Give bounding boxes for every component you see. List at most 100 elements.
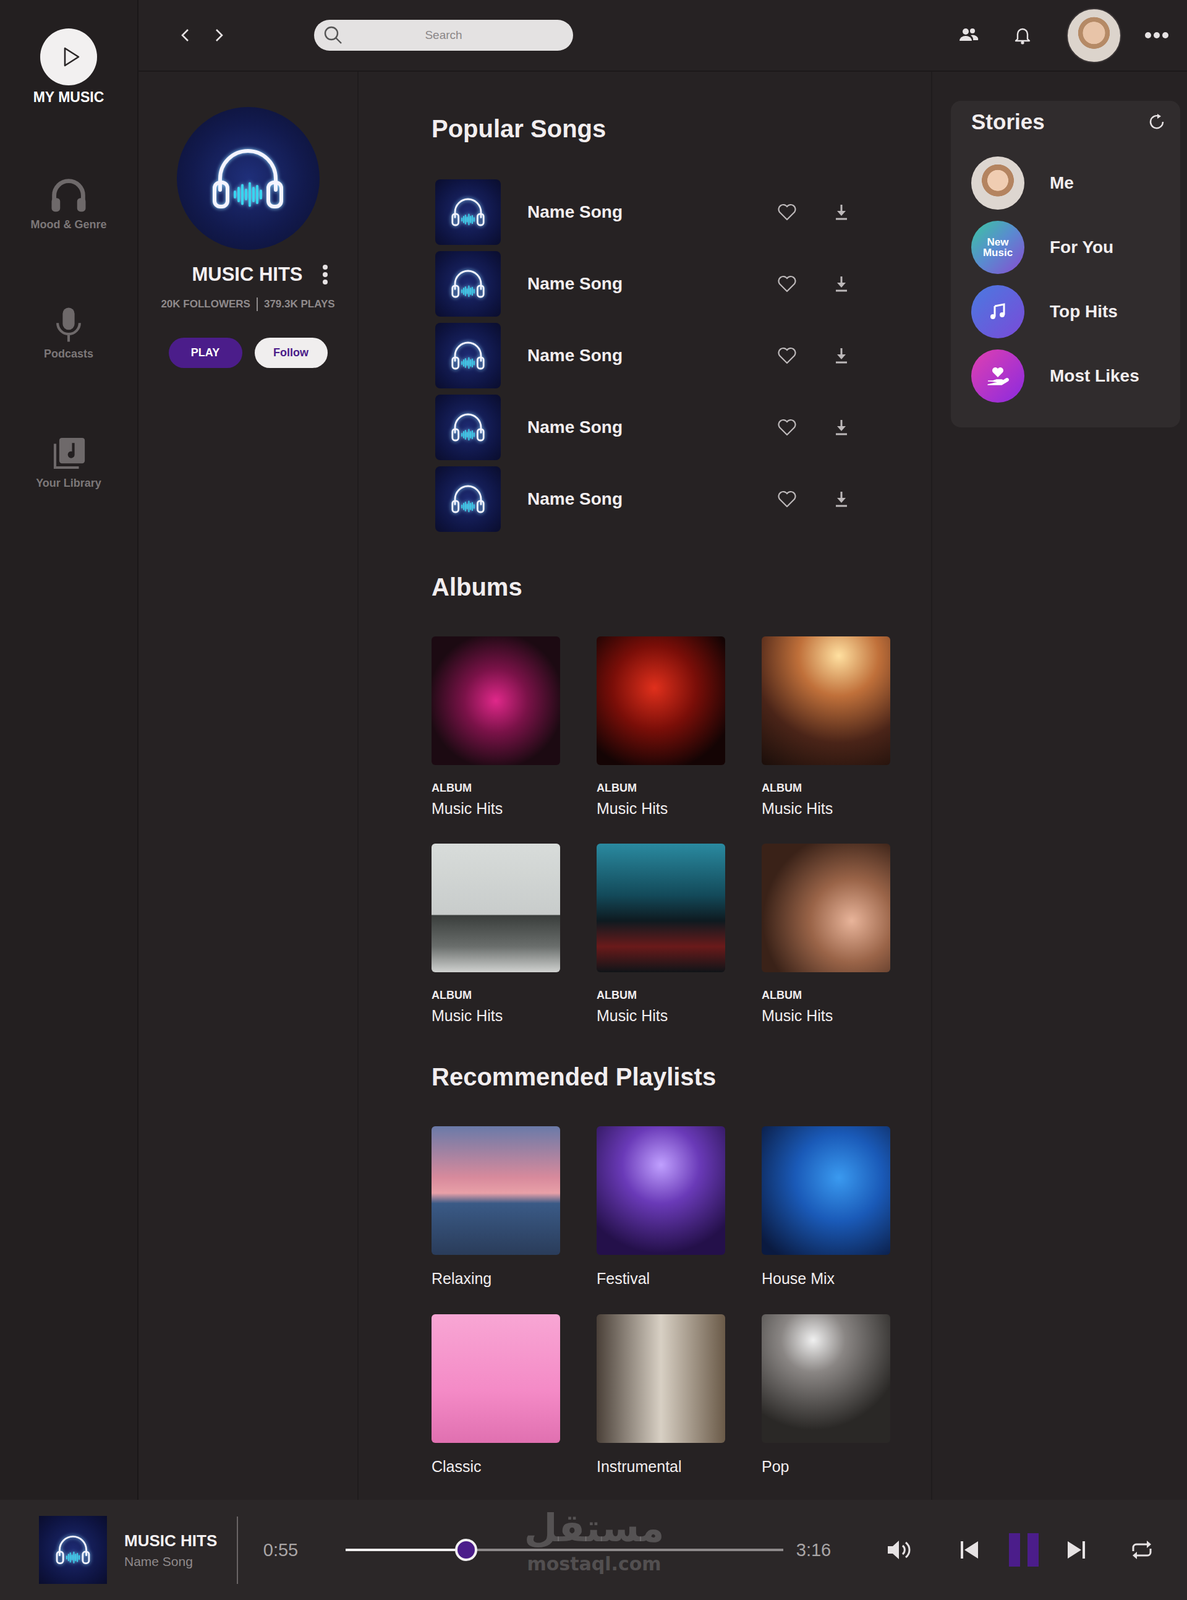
download-icon[interactable] — [830, 344, 853, 367]
album-card[interactable]: ALBUM Music Hits — [596, 843, 726, 1025]
user-avatar[interactable] — [1066, 8, 1122, 64]
sidebar: MY MUSIC Mood & Genre Podcasts Your Libr… — [0, 0, 139, 1500]
playlist-name: Festival — [596, 1268, 726, 1288]
play-button[interactable]: PLAY — [168, 337, 243, 368]
search-icon — [322, 24, 344, 46]
story-item[interactable]: Most Likes — [971, 349, 1167, 403]
profile-buttons: PLAY Follow — [168, 337, 328, 368]
album-cover — [431, 843, 561, 972]
album-name: Music Hits — [596, 1005, 726, 1025]
song-row[interactable]: Name Song — [435, 319, 932, 392]
album-card[interactable]: ALBUM Music Hits — [761, 636, 891, 818]
heart-icon[interactable] — [775, 416, 799, 439]
story-item[interactable]: New Music For You — [971, 220, 1167, 274]
profile-cover — [176, 106, 320, 250]
album-cover — [761, 636, 891, 765]
headphones-neon-icon — [446, 262, 490, 306]
album-cover — [596, 636, 726, 765]
song-row[interactable]: Name Song — [435, 176, 932, 248]
progress-knob[interactable] — [455, 1538, 478, 1561]
center-column: Popular Songs Name Song Name Song Name S… — [358, 71, 933, 1500]
heart-icon[interactable] — [775, 200, 799, 224]
album-type: ALBUM — [761, 987, 891, 1002]
album-name: Music Hits — [596, 798, 726, 818]
album-type: ALBUM — [431, 987, 561, 1002]
story-item[interactable]: Me — [971, 156, 1167, 210]
pause-bar — [1008, 1532, 1021, 1566]
song-row[interactable]: Name Song — [435, 391, 932, 464]
friends-icon[interactable] — [958, 24, 980, 46]
download-icon[interactable] — [830, 416, 853, 439]
album-card[interactable]: ALBUM Music Hits — [596, 636, 726, 818]
album-card[interactable]: ALBUM Music Hits — [431, 843, 561, 1025]
playlist-card[interactable]: Classic — [431, 1313, 561, 1476]
download-icon[interactable] — [830, 200, 853, 224]
search-placeholder: Search — [314, 28, 574, 43]
album-name: Music Hits — [761, 1005, 891, 1025]
song-row[interactable]: Name Song — [435, 247, 932, 320]
main-area: Search MUSIC HITS 20K FOLLOWERS 379.3K P… — [138, 0, 1187, 1500]
refresh-icon[interactable] — [1146, 111, 1167, 132]
now-playing-song: Name Song — [124, 1553, 224, 1569]
playlist-card[interactable]: Festival — [596, 1125, 726, 1288]
duration-time: 3:16 — [794, 1539, 833, 1560]
sidebar-item[interactable]: Your Library — [35, 433, 102, 490]
playlist-name: House Mix — [761, 1268, 891, 1288]
heart-icon[interactable] — [775, 272, 799, 295]
app-body: MY MUSIC Mood & Genre Podcasts Your Libr… — [0, 0, 1187, 1500]
headphones-neon-icon — [201, 132, 295, 226]
playlist-card[interactable]: House Mix — [761, 1125, 891, 1288]
nav-label: Your Library — [35, 476, 102, 490]
watermark: مستقل mostaql.com — [522, 1502, 666, 1575]
story-avatar — [971, 285, 1025, 339]
playlist-card[interactable]: Instrumental — [596, 1313, 726, 1476]
kebab-menu-icon[interactable] — [321, 263, 329, 286]
heart-icon[interactable] — [775, 487, 799, 511]
album-card[interactable]: ALBUM Music Hits — [761, 843, 891, 1025]
heart-icon[interactable] — [775, 344, 799, 367]
repeat-icon[interactable] — [1129, 1536, 1155, 1562]
sidebar-item[interactable]: Podcasts — [43, 304, 94, 361]
story-label: Me — [1049, 173, 1074, 193]
next-icon[interactable] — [1065, 1538, 1088, 1561]
playlist-card[interactable]: Pop — [761, 1313, 891, 1476]
my-music-nav[interactable]: MY MUSIC — [33, 28, 105, 106]
story-item[interactable]: Top Hits — [971, 285, 1167, 339]
album-name: Music Hits — [431, 1005, 561, 1025]
follow-button[interactable]: Follow — [254, 337, 328, 368]
history-nav — [176, 26, 228, 44]
album-cover — [761, 843, 891, 972]
headphones-neon-icon — [446, 477, 490, 521]
album-type: ALBUM — [431, 780, 561, 795]
headphones-icon — [48, 174, 90, 216]
heart-hand-icon — [985, 363, 1011, 389]
playlist-grid: Relaxing Festival House Mix Classic Inst… — [431, 1125, 932, 1476]
playlist-cover — [431, 1313, 561, 1443]
forward-arrow-icon[interactable] — [210, 26, 228, 44]
song-row[interactable]: Name Song — [435, 463, 932, 535]
bell-icon[interactable] — [1012, 25, 1033, 46]
album-card[interactable]: ALBUM Music Hits — [431, 636, 561, 818]
sidebar-item[interactable]: Mood & Genre — [30, 174, 107, 232]
pause-icon[interactable] — [1008, 1532, 1039, 1566]
music-note-icon — [987, 301, 1009, 323]
song-list: Name Song Name Song Name Song Name Song … — [431, 176, 932, 535]
previous-icon[interactable] — [958, 1538, 981, 1561]
story-avatar — [971, 156, 1025, 210]
profile-title: MUSIC HITS — [191, 262, 303, 287]
more-icon[interactable] — [1143, 30, 1170, 40]
playlist-cover — [761, 1125, 891, 1255]
download-icon[interactable] — [830, 272, 853, 295]
download-icon[interactable] — [830, 487, 853, 511]
progress-slider[interactable] — [345, 1548, 784, 1551]
watermark-latin: mostaql.com — [526, 1552, 661, 1575]
volume-icon[interactable] — [885, 1536, 913, 1562]
search-field[interactable]: Search — [314, 19, 574, 51]
stories-title: Stories — [971, 109, 1045, 135]
album-grid: ALBUM Music Hits ALBUM Music Hits ALBUM … — [431, 636, 932, 1025]
playlist-profile: MUSIC HITS 20K FOLLOWERS 379.3K PLAYS PL… — [138, 71, 359, 1500]
playlist-card[interactable]: Relaxing — [431, 1125, 561, 1288]
back-arrow-icon[interactable] — [176, 26, 195, 44]
album-cover — [431, 636, 561, 765]
nav-label: Podcasts — [43, 347, 94, 361]
